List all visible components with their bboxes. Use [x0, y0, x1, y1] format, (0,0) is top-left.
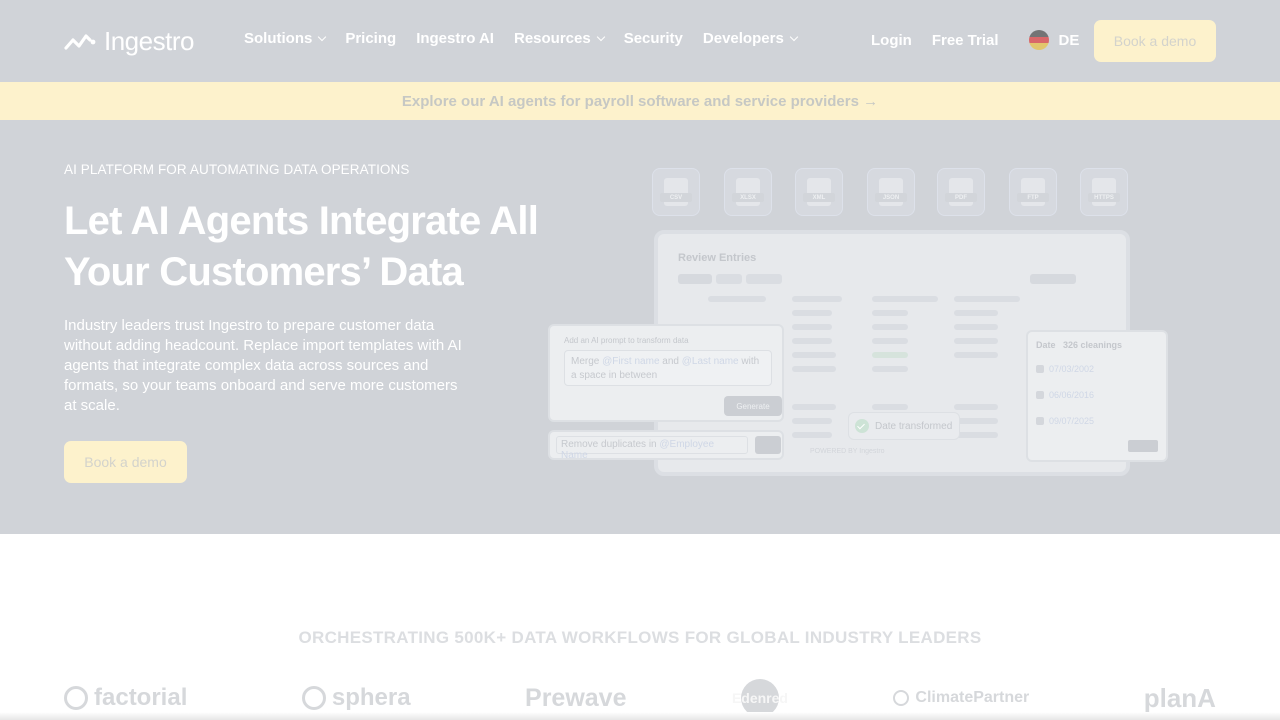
- book-demo-button-hero[interactable]: Book a demo: [64, 441, 187, 483]
- login-link[interactable]: Login: [871, 32, 912, 49]
- prewave-logo: Prewave: [525, 683, 627, 712]
- plana-logo: planA: [1143, 682, 1216, 713]
- check-icon: [855, 419, 869, 433]
- german-flag-icon: [1028, 30, 1049, 50]
- top-navigation: Ingestro Solutions Pricing Ingestro AI R…: [0, 0, 1280, 82]
- nav-ingestro-ai[interactable]: Ingestro AI: [416, 30, 494, 47]
- remove-duplicates-input: Remove duplicates in @Employee Name: [556, 436, 748, 461]
- factorial-mark-icon: [64, 686, 88, 710]
- powered-by-text: POWERED BY Ingestro: [810, 448, 885, 455]
- review-entries-title: Review Entries: [678, 252, 757, 264]
- remove-duplicates-card: Remove duplicates in @Employee Name: [548, 430, 784, 461]
- nav-pricing-label: Pricing: [345, 30, 397, 47]
- chevron-down-icon: [789, 32, 799, 42]
- ingestro-logo[interactable]: Ingestro: [64, 26, 194, 57]
- hero-headline: Let AI Agents Integrate All Your Custome…: [64, 199, 539, 294]
- announcement-bar[interactable]: Explore our AI agents for payroll softwa…: [0, 82, 1280, 120]
- nav-solutions[interactable]: Solutions: [244, 30, 327, 47]
- nav-security-label: Security: [623, 30, 683, 47]
- json-file-icon: JSON: [867, 168, 915, 216]
- date-row: 06/06/2016: [1036, 390, 1094, 400]
- customer-logos: factorial sphera Prewave Edenred Climate…: [64, 679, 1216, 717]
- sphera-logo: sphera: [301, 684, 411, 712]
- toast-text: Date transformed: [875, 420, 953, 432]
- sparkle-button: [755, 436, 781, 454]
- nav-resources-label: Resources: [513, 30, 591, 47]
- climatepartner-mark-icon: [893, 690, 910, 706]
- main-nav: Solutions Pricing Ingestro AI Resources …: [244, 30, 799, 47]
- nav-developers[interactable]: Developers: [702, 30, 799, 47]
- hero-description: Industry leaders trust Ingestro to prepa…: [64, 317, 462, 414]
- nav-ingestro-ai-label: Ingestro AI: [416, 30, 494, 47]
- generate-label: Generate: [736, 401, 770, 411]
- nav-resources[interactable]: Resources: [513, 30, 605, 47]
- account-nav: Login Free Trial DE: [871, 30, 1079, 50]
- nav-pricing[interactable]: Pricing: [345, 30, 396, 47]
- climatepartner-logo: ClimatePartner: [893, 689, 1029, 707]
- language-label: DE: [1058, 31, 1080, 49]
- pdf-file-icon: PDF: [937, 168, 985, 216]
- date-row: 09/07/2025: [1036, 416, 1094, 426]
- sphera-mark-icon: [301, 686, 326, 710]
- ftp-server-icon: FTP: [1009, 168, 1057, 216]
- logo-mark-icon: [64, 33, 96, 50]
- announcement-text: Explore our AI agents for payroll softwa…: [401, 92, 879, 110]
- nav-developers-label: Developers: [702, 30, 784, 47]
- date-panel-header: Date 326 cleanings: [1036, 340, 1123, 350]
- ai-prompt-card: Add an AI prompt to transform data Merge…: [548, 324, 784, 422]
- nav-solutions-label: Solutions: [244, 30, 313, 47]
- apply-all-button: [1128, 440, 1158, 452]
- https-globe-icon: HTTPS: [1080, 168, 1128, 216]
- date-cleaning-panel: Date 326 cleanings 07/03/2002 06/06/2016…: [1026, 330, 1168, 462]
- language-switcher[interactable]: DE: [1028, 30, 1080, 50]
- hero-eyebrow: AI PLATFORM FOR AUTOMATING DATA OPERATIO…: [64, 162, 410, 177]
- xml-file-icon: XML: [795, 168, 843, 216]
- date-transformed-toast: Date transformed: [848, 412, 960, 440]
- ai-prompt-label: Add an AI prompt to transform data: [564, 336, 689, 345]
- bottom-edge: [0, 712, 1280, 720]
- factorial-logo: factorial: [64, 684, 187, 712]
- logo-text: Ingestro: [104, 26, 194, 56]
- logos-section-title: ORCHESTRATING 500K+ DATA WORKFLOWS FOR G…: [298, 628, 982, 647]
- product-illustration: CSV XLSX XML JSON PDF FTP HTTPS Review E…: [540, 164, 1180, 484]
- ai-prompt-input: Merge @First name and @Last name with a …: [564, 350, 772, 386]
- chevron-down-icon: [596, 32, 605, 42]
- csv-file-icon: CSV: [652, 168, 700, 216]
- generate-button: Generate: [724, 396, 782, 416]
- book-demo-button-header[interactable]: Book a demo: [1094, 20, 1216, 62]
- nav-security[interactable]: Security: [624, 30, 683, 47]
- date-row: 07/03/2002: [1036, 364, 1094, 374]
- hero-section: AI PLATFORM FOR AUTOMATING DATA OPERATIO…: [0, 120, 1280, 534]
- chevron-down-icon: [318, 32, 327, 42]
- free-trial-link[interactable]: Free Trial: [932, 32, 999, 49]
- xlsx-file-icon: XLSX: [724, 168, 772, 216]
